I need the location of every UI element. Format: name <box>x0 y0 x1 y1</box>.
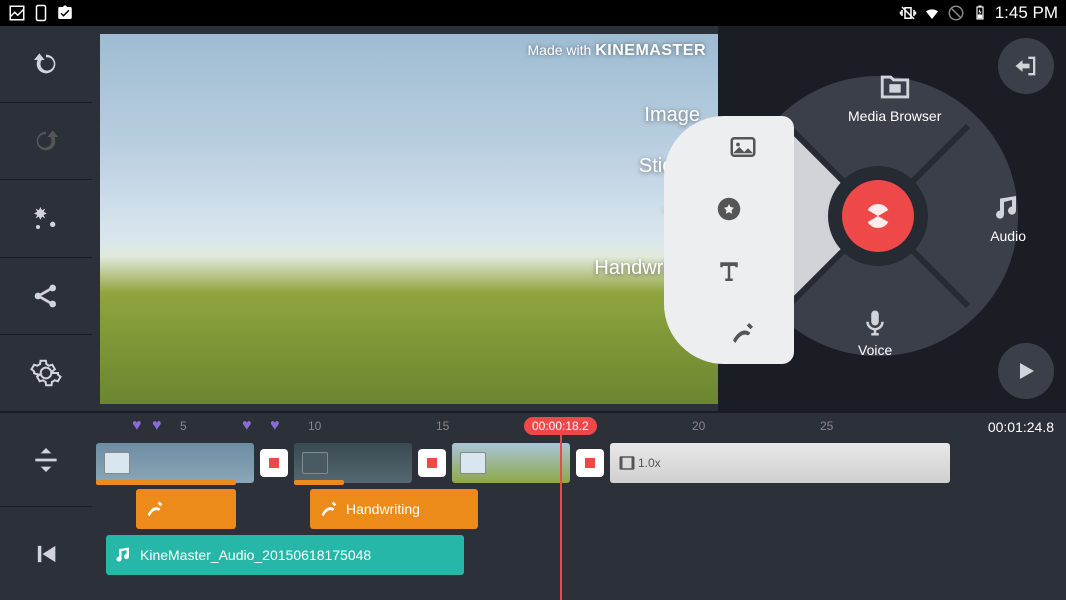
transition[interactable] <box>576 449 604 477</box>
transition[interactable] <box>418 449 446 477</box>
bookmark-icon[interactable]: ♥ <box>242 417 252 435</box>
total-duration: 00:01:24.8 <box>988 419 1054 435</box>
video-clip[interactable]: 1.0x <box>610 443 950 483</box>
audio-button[interactable]: Audio <box>990 192 1026 244</box>
notification-icon <box>8 4 26 22</box>
audio-track[interactable]: KineMaster_Audio_20150618175048 <box>92 533 1066 577</box>
submenu-image[interactable] <box>664 116 794 178</box>
image-icon <box>104 452 130 474</box>
no-signal-icon <box>947 4 965 22</box>
voice-button[interactable]: Voice <box>858 308 892 358</box>
left-toolbar <box>0 26 92 411</box>
timeline-expand-button[interactable] <box>0 413 92 507</box>
status-time: 1:45 PM <box>995 3 1058 23</box>
bookmark-icon[interactable]: ♥ <box>132 417 142 435</box>
settings-button[interactable] <box>0 335 92 411</box>
undo-button[interactable] <box>0 26 92 103</box>
bookmark-icon[interactable]: ♥ <box>270 417 280 435</box>
share-button[interactable] <box>0 258 92 335</box>
transition[interactable] <box>260 449 288 477</box>
music-icon <box>114 545 134 565</box>
timeline-tracks[interactable]: ♥ ♥ 5 ♥ ♥ 10 15 20 25 00:00:18.2 00:01:2… <box>92 413 1066 600</box>
vibrate-icon <box>899 4 917 22</box>
video-track[interactable]: 1.0x <box>92 441 1066 485</box>
audio-clip[interactable]: KineMaster_Audio_20150618175048 <box>106 535 464 575</box>
skip-start-button[interactable] <box>0 507 92 600</box>
timeline-ruler[interactable]: ♥ ♥ 5 ♥ ♥ 10 15 20 25 00:00:18.2 00:01:2… <box>92 417 1066 441</box>
effects-button[interactable] <box>0 180 92 257</box>
image-icon <box>460 452 486 474</box>
submenu-sticker[interactable] <box>664 178 794 240</box>
notification-icon <box>56 4 74 22</box>
bookmark-icon[interactable]: ♥ <box>152 417 162 435</box>
pen-icon <box>318 498 340 520</box>
right-panel: Media Browser Layer Voice Audio <box>718 26 1066 411</box>
video-clip[interactable] <box>294 443 412 483</box>
video-clip[interactable] <box>96 443 254 483</box>
record-button[interactable] <box>842 180 914 252</box>
playhead[interactable] <box>560 433 562 600</box>
action-wheel: Media Browser Layer Voice Audio <box>728 66 1028 366</box>
film-icon <box>618 454 636 472</box>
redo-button <box>0 103 92 180</box>
media-browser-button[interactable]: Media Browser <box>848 70 941 124</box>
layer-track[interactable]: Handwriting <box>92 487 1066 531</box>
preview-canvas[interactable]: Made with KINEMASTER Image Sticker Text … <box>100 34 718 404</box>
playhead-time[interactable]: 00:00:18.2 <box>524 417 597 435</box>
pen-icon <box>144 498 166 520</box>
android-status-bar: 1:45 PM <box>0 0 1066 26</box>
layer-submenu <box>664 116 794 364</box>
submenu-text[interactable] <box>664 240 794 302</box>
battery-icon <box>971 4 989 22</box>
handwriting-clip[interactable] <box>136 489 236 529</box>
watermark: Made with KINEMASTER <box>528 42 706 60</box>
timeline: ♥ ♥ 5 ♥ ♥ 10 15 20 25 00:00:18.2 00:01:2… <box>0 411 1066 600</box>
video-clip[interactable] <box>452 443 570 483</box>
submenu-handwriting[interactable] <box>664 302 794 364</box>
handwriting-clip[interactable]: Handwriting <box>310 489 478 529</box>
wifi-icon <box>923 4 941 22</box>
image-icon <box>302 452 328 474</box>
notification-icon <box>32 4 50 22</box>
preview-panel: Made with KINEMASTER Image Sticker Text … <box>92 26 718 411</box>
